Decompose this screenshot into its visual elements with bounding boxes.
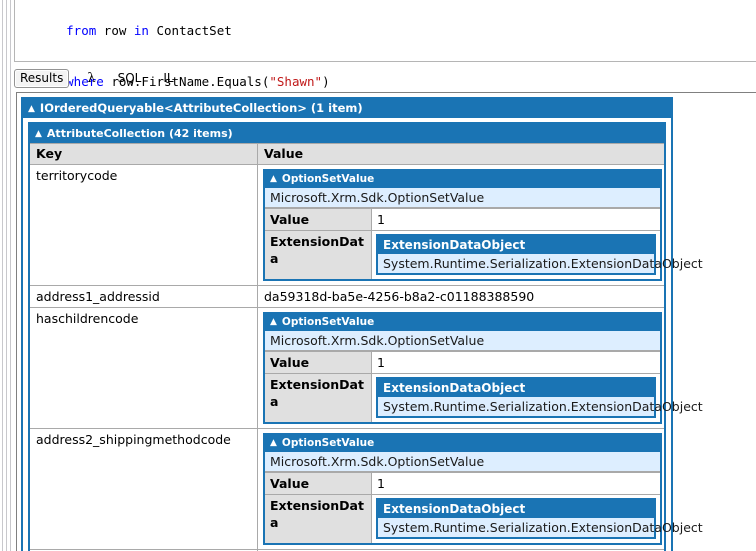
field-label-value: Value: [265, 472, 372, 495]
field-label-value: Value: [265, 351, 372, 374]
tab-sql[interactable]: SQL: [114, 70, 146, 87]
linqpad-window: from row in ContactSet where row.FirstNa…: [0, 0, 756, 551]
collapse-triangle-icon[interactable]: ▲: [35, 130, 42, 139]
collapse-triangle-icon[interactable]: ▲: [270, 439, 277, 448]
field-value-extensiondata: ExtensionDataObject System.Runtime.Seria…: [371, 373, 703, 422]
results-scroll-content: ▲ IOrderedQueryable<AttributeCollection> …: [21, 97, 756, 551]
gutter-rail-1: [2, 0, 3, 551]
extensiondataobject-header[interactable]: ExtensionDataObject: [378, 236, 654, 254]
column-header-key[interactable]: Key: [30, 143, 258, 165]
optionsetvalue-title: OptionSetValue: [281, 437, 375, 449]
collapse-triangle-icon[interactable]: ▲: [270, 318, 277, 327]
column-header-value[interactable]: Value: [257, 143, 664, 165]
extensiondataobject-panel: ExtensionDataObject System.Runtime.Seria…: [376, 377, 703, 418]
field-row-value: Value 1: [265, 208, 660, 231]
token-keyword-in: in: [133, 23, 149, 38]
attribute-collection-panel: ▲ AttributeCollection (42 items) Key Valu…: [28, 122, 703, 551]
row-key: haschildrencode: [30, 307, 258, 429]
optionsetvalue-title: OptionSetValue: [281, 173, 375, 185]
result-root-panel: ▲ IOrderedQueryable<AttributeCollection> …: [21, 97, 703, 551]
result-root-title: IOrderedQueryable<AttributeCollection> (…: [39, 101, 363, 115]
table-row[interactable]: address2_shippingmethodcode ▲ OptionSetVa…: [30, 428, 703, 550]
optionsetvalue-panel: ▲ OptionSetValue Microsoft.Xrm.Sdk.Option…: [263, 433, 703, 545]
optionsetvalue-title: OptionSetValue: [281, 316, 375, 328]
field-value-extensiondata: ExtensionDataObject System.Runtime.Seria…: [371, 230, 703, 279]
optionsetvalue-panel: ▲ OptionSetValue Microsoft.Xrm.Sdk.Option…: [263, 169, 703, 281]
optionsetvalue-fields: Value 1 ExtensionData ExtensionDataObjec…: [265, 472, 703, 543]
table-header-row: Key Value: [30, 143, 664, 165]
extensiondataobject-header[interactable]: ExtensionDataObject: [378, 500, 654, 518]
extensiondataobject-panel: ExtensionDataObject System.Runtime.Seria…: [376, 234, 703, 275]
attribute-collection-title: AttributeCollection (42 items): [46, 127, 233, 140]
extensiondataobject-typename: System.Runtime.Serialization.ExtensionDa…: [378, 518, 703, 537]
field-value-value: 1: [371, 208, 660, 231]
optionsetvalue-typename: Microsoft.Xrm.Sdk.OptionSetValue: [265, 452, 660, 472]
field-value-value: 1: [371, 472, 660, 495]
attribute-collection-header[interactable]: ▲ AttributeCollection (42 items): [30, 124, 664, 143]
query-editor[interactable]: from row in ContactSet where row.FirstNa…: [14, 0, 756, 140]
row-value: ▲ OptionSetValue Microsoft.Xrm.Sdk.Option…: [257, 307, 703, 429]
results-tabstrip: Results λ SQL IL: [14, 66, 756, 90]
gutter-rail-2: [6, 0, 7, 551]
row-key: address1_addressid: [30, 285, 258, 308]
tab-results[interactable]: Results: [14, 68, 70, 88]
gutter-rail-3: [10, 0, 11, 551]
optionsetvalue-typename: Microsoft.Xrm.Sdk.OptionSetValue: [265, 188, 660, 208]
results-pane[interactable]: ▲ IOrderedQueryable<AttributeCollection> …: [16, 92, 756, 551]
field-value-extensiondata: ExtensionDataObject System.Runtime.Seria…: [371, 494, 703, 543]
result-root-body: ▲ AttributeCollection (42 items) Key Valu…: [23, 118, 703, 551]
extensiondataobject-panel: ExtensionDataObject System.Runtime.Seria…: [376, 498, 703, 539]
field-label-extensiondata: ExtensionData: [265, 373, 372, 422]
collapse-triangle-icon[interactable]: ▲: [28, 105, 35, 114]
row-value: ▲ OptionSetValue Microsoft.Xrm.Sdk.Option…: [257, 164, 703, 286]
collapse-triangle-icon[interactable]: ▲: [270, 175, 277, 184]
field-row-extensiondata: ExtensionData ExtensionDataObject System…: [265, 494, 703, 543]
attribute-table: Key Value territorycode ▲ OptionSetValue…: [30, 143, 703, 551]
table-row[interactable]: address1_addressid da59318d-ba5e-4256-b8…: [30, 285, 664, 308]
extensiondataobject-typename: System.Runtime.Serialization.ExtensionDa…: [378, 397, 703, 416]
extensiondataobject-header[interactable]: ExtensionDataObject: [378, 379, 654, 397]
optionsetvalue-header[interactable]: ▲ OptionSetValue: [265, 171, 660, 188]
field-row-extensiondata: ExtensionData ExtensionDataObject System…: [265, 373, 703, 422]
optionsetvalue-header[interactable]: ▲ OptionSetValue: [265, 435, 660, 452]
field-label-extensiondata: ExtensionData: [265, 230, 372, 279]
optionsetvalue-fields: Value 1 ExtensionData ExtensionDataObjec…: [265, 351, 703, 422]
result-root-header[interactable]: ▲ IOrderedQueryable<AttributeCollection> …: [23, 99, 671, 118]
field-row-value: Value 1: [265, 351, 660, 374]
optionsetvalue-panel: ▲ OptionSetValue Microsoft.Xrm.Sdk.Option…: [263, 312, 703, 424]
optionsetvalue-fields: Value 1 ExtensionData ExtensionDataObjec…: [265, 208, 703, 279]
row-value: ▲ OptionSetValue Microsoft.Xrm.Sdk.Option…: [257, 428, 703, 550]
tab-lambda[interactable]: λ: [83, 70, 99, 87]
token-text-contactset: ContactSet: [148, 23, 232, 38]
field-label-value: Value: [265, 208, 372, 231]
field-label-extensiondata: ExtensionData: [265, 494, 372, 543]
row-key: territorycode: [30, 164, 258, 286]
optionsetvalue-header[interactable]: ▲ OptionSetValue: [265, 314, 660, 331]
row-value: da59318d-ba5e-4256-b8a2-c01188388590: [257, 285, 664, 308]
field-row-value: Value 1: [265, 472, 660, 495]
field-value-value: 1: [371, 351, 660, 374]
tab-il[interactable]: IL: [159, 70, 177, 87]
table-row[interactable]: haschildrencode ▲ OptionSetValue Microsof…: [30, 307, 703, 429]
extensiondataobject-typename: System.Runtime.Serialization.ExtensionDa…: [378, 254, 703, 273]
code-line-1: from row in ContactSet: [21, 5, 756, 56]
token-keyword-from: from: [66, 23, 97, 38]
field-row-extensiondata: ExtensionData ExtensionDataObject System…: [265, 230, 703, 279]
row-key: address2_shippingmethodcode: [30, 428, 258, 550]
table-row[interactable]: territorycode ▲ OptionSetValue Microsoft.…: [30, 164, 703, 286]
optionsetvalue-typename: Microsoft.Xrm.Sdk.OptionSetValue: [265, 331, 660, 351]
token-text-row: row: [96, 23, 134, 38]
